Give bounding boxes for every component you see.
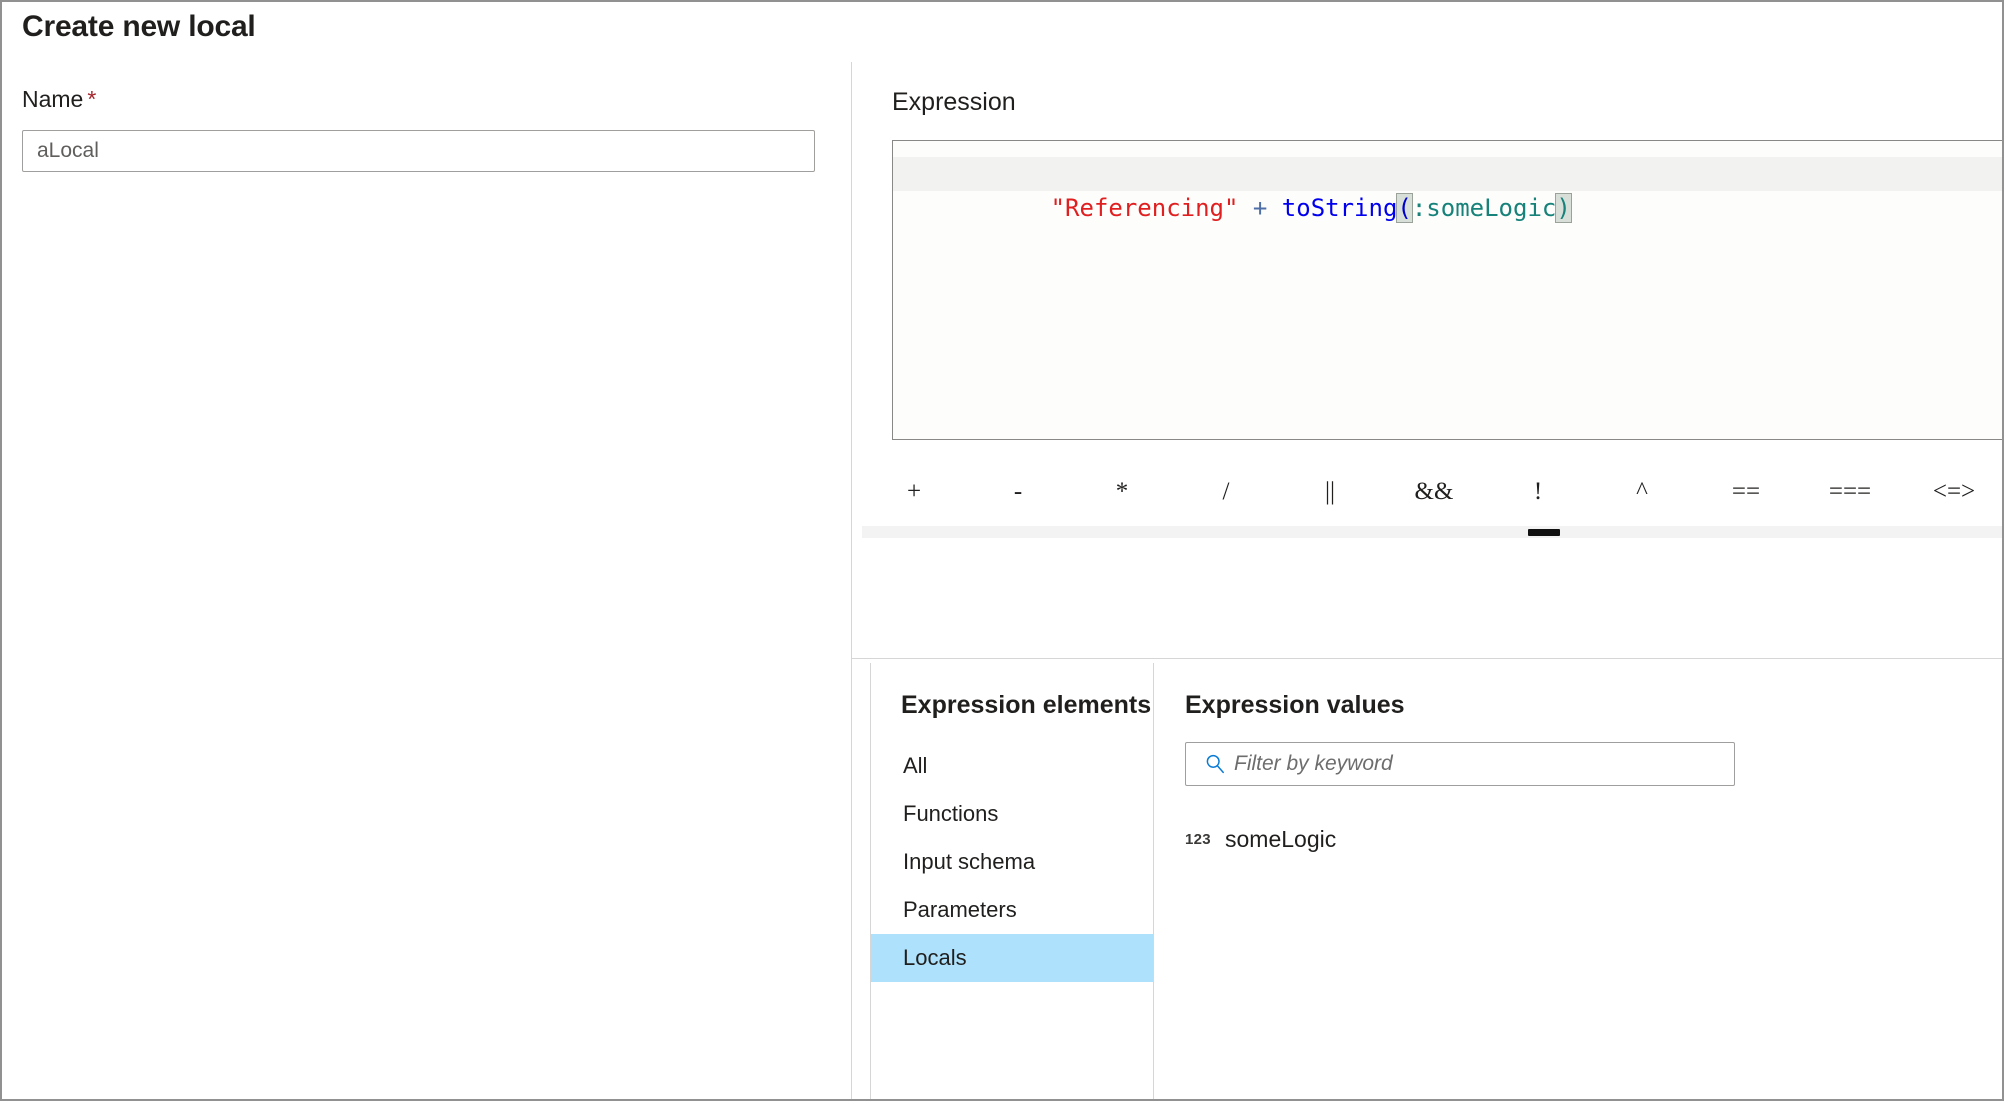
operator-toolbar-scrollbar[interactable]	[862, 526, 2002, 538]
expression-values-heading: Expression values	[1185, 691, 1405, 719]
code-token-open-paren: (	[1397, 194, 1412, 222]
page-title: Create new local	[22, 10, 256, 43]
operator-button-plus[interactable]: +	[862, 468, 966, 516]
expression-elements-heading: Expression elements	[901, 691, 1152, 719]
code-token-function: toString	[1281, 194, 1398, 222]
expression-code-line: "Referencing" + toString(:someLogic)	[935, 157, 1571, 222]
operator-button-equals[interactable]: ==	[1694, 468, 1798, 516]
operator-button-strict-equals[interactable]: ===	[1798, 468, 1902, 516]
filter-input[interactable]	[1232, 752, 1734, 776]
value-item-label: someLogic	[1225, 825, 1337, 852]
expression-elements-panel: Expression elements All Functions Input …	[870, 663, 1154, 1099]
expression-elements-list: All Functions Input schema Parameters Lo…	[871, 742, 1153, 982]
operator-button-multiply[interactable]: *	[1070, 468, 1174, 516]
search-icon	[1198, 753, 1232, 775]
operator-button-logical-not[interactable]: !	[1486, 468, 1590, 516]
operator-button-logical-or[interactable]: ||	[1278, 468, 1382, 516]
operator-button-caret[interactable]: ^	[1590, 468, 1694, 516]
name-input[interactable]	[22, 130, 815, 172]
list-item[interactable]: 123 someLogic	[1155, 818, 2002, 860]
operator-button-spaceship[interactable]: <=>	[1902, 468, 2002, 516]
element-item-parameters[interactable]: Parameters	[871, 886, 1153, 934]
operator-toolbar[interactable]: + - * / || && ! ^ == === <=>	[862, 462, 2002, 522]
expression-label: Expression	[892, 88, 1016, 116]
number-type-icon: 123	[1185, 830, 1211, 848]
expression-values-panel: Expression values 123 someLogic	[1155, 663, 2002, 1099]
expression-values-list: 123 someLogic	[1155, 818, 2002, 860]
element-item-input-schema[interactable]: Input schema	[871, 838, 1153, 886]
code-space-2	[1267, 194, 1281, 222]
operator-toolbar-scrollbar-thumb[interactable]	[1528, 529, 1560, 536]
code-space-1	[1238, 194, 1252, 222]
required-asterisk-icon: *	[87, 86, 97, 112]
code-token-string: "Referencing"	[1050, 194, 1239, 222]
create-new-local-dialog: Create new local Name* Expression "Refer…	[0, 0, 2004, 1101]
element-item-all[interactable]: All	[871, 742, 1153, 790]
code-token-reference: :someLogic	[1411, 194, 1557, 222]
code-token-close-paren: )	[1556, 194, 1571, 222]
code-token-plus: +	[1252, 194, 1268, 222]
element-item-functions[interactable]: Functions	[871, 790, 1153, 838]
expression-pane: Expression "Referencing" + toString(:som…	[852, 2, 2002, 1099]
operator-button-logical-and[interactable]: &&	[1382, 468, 1486, 516]
name-label-text: Name	[22, 86, 84, 112]
name-field-label: Name *	[22, 86, 96, 113]
left-pane: Create new local Name *	[2, 2, 850, 1099]
operator-button-divide[interactable]: /	[1174, 468, 1278, 516]
operator-button-minus[interactable]: -	[966, 468, 1070, 516]
filter-search-box[interactable]	[1185, 742, 1735, 786]
element-item-locals[interactable]: Locals	[871, 934, 1153, 982]
horizontal-divider	[852, 658, 2002, 659]
expression-editor[interactable]: "Referencing" + toString(:someLogic)	[892, 140, 2002, 440]
